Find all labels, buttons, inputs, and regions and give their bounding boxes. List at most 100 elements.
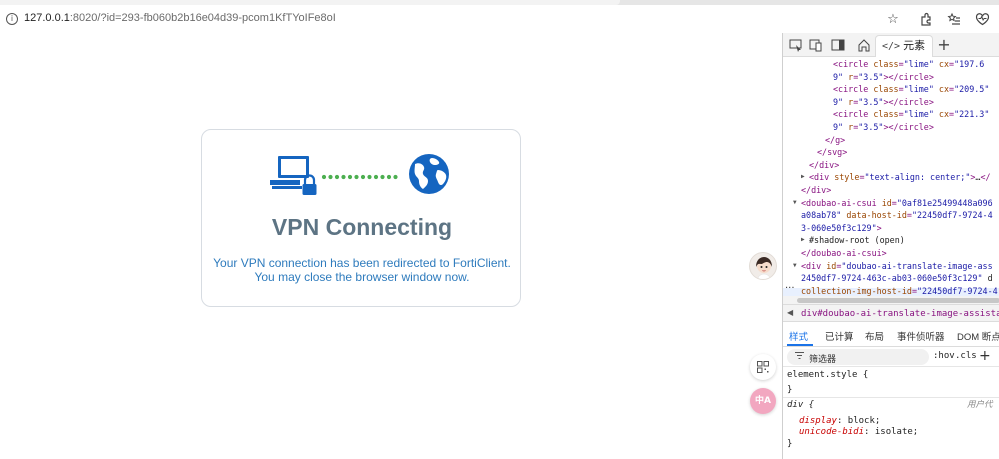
address-bar[interactable]: 127.0.0.1:8020/?id=293-fb060b2b16e04d39-…	[24, 12, 336, 24]
dom-node-line[interactable]: ▼ <doubao-ai-csui id="0af81e25499448a096	[793, 197, 993, 210]
dom-node-line[interactable]: ▶ #shadow-root (open)	[801, 234, 905, 247]
dom-token: <doubao-ai-csui	[801, 197, 882, 208]
dom-token: collection-img-host-id	[801, 285, 912, 296]
inspect-icon[interactable]	[789, 38, 803, 52]
address-bar-row: i 127.0.0.1:8020/?id=293-fb060b2b16e04d3…	[0, 5, 999, 33]
node-dots-icon[interactable]: ...	[785, 280, 795, 293]
rule-close-1: }	[787, 385, 793, 395]
dom-token: id	[826, 260, 837, 271]
dom-token: "3.5"	[858, 71, 884, 82]
assistant-avatar[interactable]	[749, 252, 777, 280]
element-style-selector[interactable]: element.style {	[787, 370, 868, 382]
tab-computed[interactable]: 已计算	[825, 329, 854, 343]
add-tab-icon[interactable]: +	[937, 37, 951, 53]
breadcrumb[interactable]: ◀ div#doubao-ai-translate-image-assistan…	[783, 304, 999, 322]
dom-node-line[interactable]: </div>	[801, 184, 831, 197]
devtools-panel: </> 元素 + ... <circle class="lime" cx="19…	[782, 33, 999, 459]
dom-node-line[interactable]: </svg>	[817, 146, 847, 159]
globe-icon	[409, 154, 449, 194]
dom-node-line[interactable]: 2450df7-9724-463c-ab03-060e50f3c129" d	[801, 272, 993, 285]
scrollbar-thumb[interactable]	[797, 298, 999, 303]
dom-node-line[interactable]: a08ab78" data-host-id="22450df7-9724-4	[801, 209, 993, 222]
rule-declaration-1[interactable]: display: block;	[799, 416, 880, 428]
dom-node-line[interactable]: 9" r="3.5"></circle>	[833, 96, 934, 109]
dom-token: id	[881, 197, 892, 208]
extensions-icon[interactable]	[918, 12, 934, 28]
tab-styles[interactable]: 样式	[789, 329, 808, 343]
dom-token: 9"	[833, 71, 844, 82]
expand-right-icon[interactable]: ▶	[801, 234, 805, 247]
tab-event-listeners[interactable]: 事件侦听器	[897, 329, 945, 343]
heart-icon[interactable]	[974, 12, 990, 28]
new-rule-icon[interactable]: +	[979, 348, 991, 364]
dom-node-line[interactable]: </div>	[809, 159, 839, 172]
code-icon: </>	[882, 41, 901, 52]
active-tab-underline	[787, 344, 813, 346]
dom-token: cx	[938, 59, 950, 69]
expand-down-icon[interactable]: ▼	[793, 260, 797, 273]
dom-node-line[interactable]: <circle class="lime" cx="221.3"	[833, 108, 989, 121]
dom-token: cx	[938, 109, 950, 120]
dom-token: style	[834, 172, 860, 183]
dom-token: data-host-id	[846, 210, 907, 221]
dom-token: a08ab78"	[801, 210, 842, 221]
dom-node-line[interactable]: 9" r="3.5"></circle>	[833, 71, 934, 84]
dom-token: cx	[938, 84, 950, 95]
breadcrumb-path[interactable]: div#doubao-ai-translate-image-assistant2…	[801, 306, 999, 321]
device-toolbar-icon[interactable]	[809, 38, 823, 52]
message-line-2: You may close the browser window now.	[254, 270, 470, 284]
dock-side-icon[interactable]	[831, 38, 845, 52]
dom-node-line[interactable]: <circle class="lime" cx="209.5"	[833, 83, 989, 96]
div-rule-selector[interactable]: div {	[787, 400, 814, 412]
tab-dom-breakpoints[interactable]: DOM 断点	[957, 329, 999, 343]
dom-node-line[interactable]: ▼ <div id="doubao-ai-translate-image-ass	[793, 260, 993, 273]
grid-icon[interactable]	[750, 354, 776, 380]
dom-tree[interactable]: ... <circle class="lime" cx="197.6 9" r="…	[783, 57, 999, 297]
dom-token: 2450df7-9724-463c-ab03-060e50f3c129"	[801, 273, 983, 284]
dom-token: >	[876, 222, 882, 233]
dom-node-line[interactable]: </g>	[825, 134, 845, 147]
dom-token: "3.5"	[858, 122, 884, 132]
dom-token: class	[873, 109, 899, 120]
filter-icon	[795, 351, 804, 363]
dom-node-line[interactable]: </doubao-ai-csui>	[801, 247, 887, 260]
dom-token: "text-align: center;"	[864, 172, 971, 183]
dom-token: "22450df7-9724-4	[911, 210, 993, 221]
dom-token: ></circle>	[883, 71, 934, 82]
styles-tabbar: 样式 已计算 布局 事件侦听器 DOM 断点	[783, 323, 999, 347]
dom-token: 9"	[833, 122, 844, 132]
url-rest: :8020/?id=293-fb060b2b16e04d39-pcom1KfTY…	[69, 12, 336, 24]
breadcrumb-left-arrow-icon[interactable]: ◀	[787, 305, 793, 321]
translate-icon[interactable]: 中A	[750, 388, 776, 414]
prop-display: display	[799, 416, 837, 426]
filter-placeholder: 筛选器	[809, 354, 837, 364]
dom-horizontal-scrollbar[interactable]	[783, 296, 999, 304]
dom-token: class	[873, 84, 899, 95]
star-icon[interactable]: ☆	[885, 12, 901, 28]
dom-token: "lime"	[903, 59, 934, 69]
connection-dots	[321, 174, 398, 180]
dom-token: ></circle>	[883, 96, 934, 107]
dom-token: </svg>	[817, 147, 848, 158]
dom-token: ></circle>	[883, 122, 934, 132]
rule-declaration-2[interactable]: unicode-bidi: isolate;	[799, 427, 918, 439]
dom-token: d	[982, 273, 993, 284]
styles-filter-input[interactable]: 筛选器	[787, 349, 929, 365]
dom-token: <div	[809, 172, 835, 183]
tab-layout[interactable]: 布局	[865, 329, 884, 343]
dom-node-line[interactable]: ▶ <div style="text-align: center;">…</	[801, 171, 991, 184]
hov-toggle[interactable]: :hov	[933, 351, 955, 361]
dom-token: <circle	[833, 109, 874, 120]
dom-node-line[interactable]: 9" r="3.5"></circle>	[833, 121, 934, 134]
dom-node-line[interactable]: 3-060e50f3c129">	[801, 222, 882, 235]
favorites-icon[interactable]	[946, 12, 962, 28]
dom-token: 3-060e50f3c129"	[801, 222, 877, 233]
dom-node-line[interactable]: <circle class="lime" cx="197.6	[833, 58, 984, 71]
expand-right-icon[interactable]: ▶	[801, 171, 805, 184]
info-icon[interactable]: i	[6, 13, 18, 25]
dom-token: 9"	[833, 96, 844, 107]
cls-toggle[interactable]: .cls	[955, 351, 977, 361]
tab-elements[interactable]: </> 元素	[875, 35, 933, 57]
home-icon[interactable]	[857, 38, 871, 52]
expand-down-icon[interactable]: ▼	[793, 197, 797, 210]
